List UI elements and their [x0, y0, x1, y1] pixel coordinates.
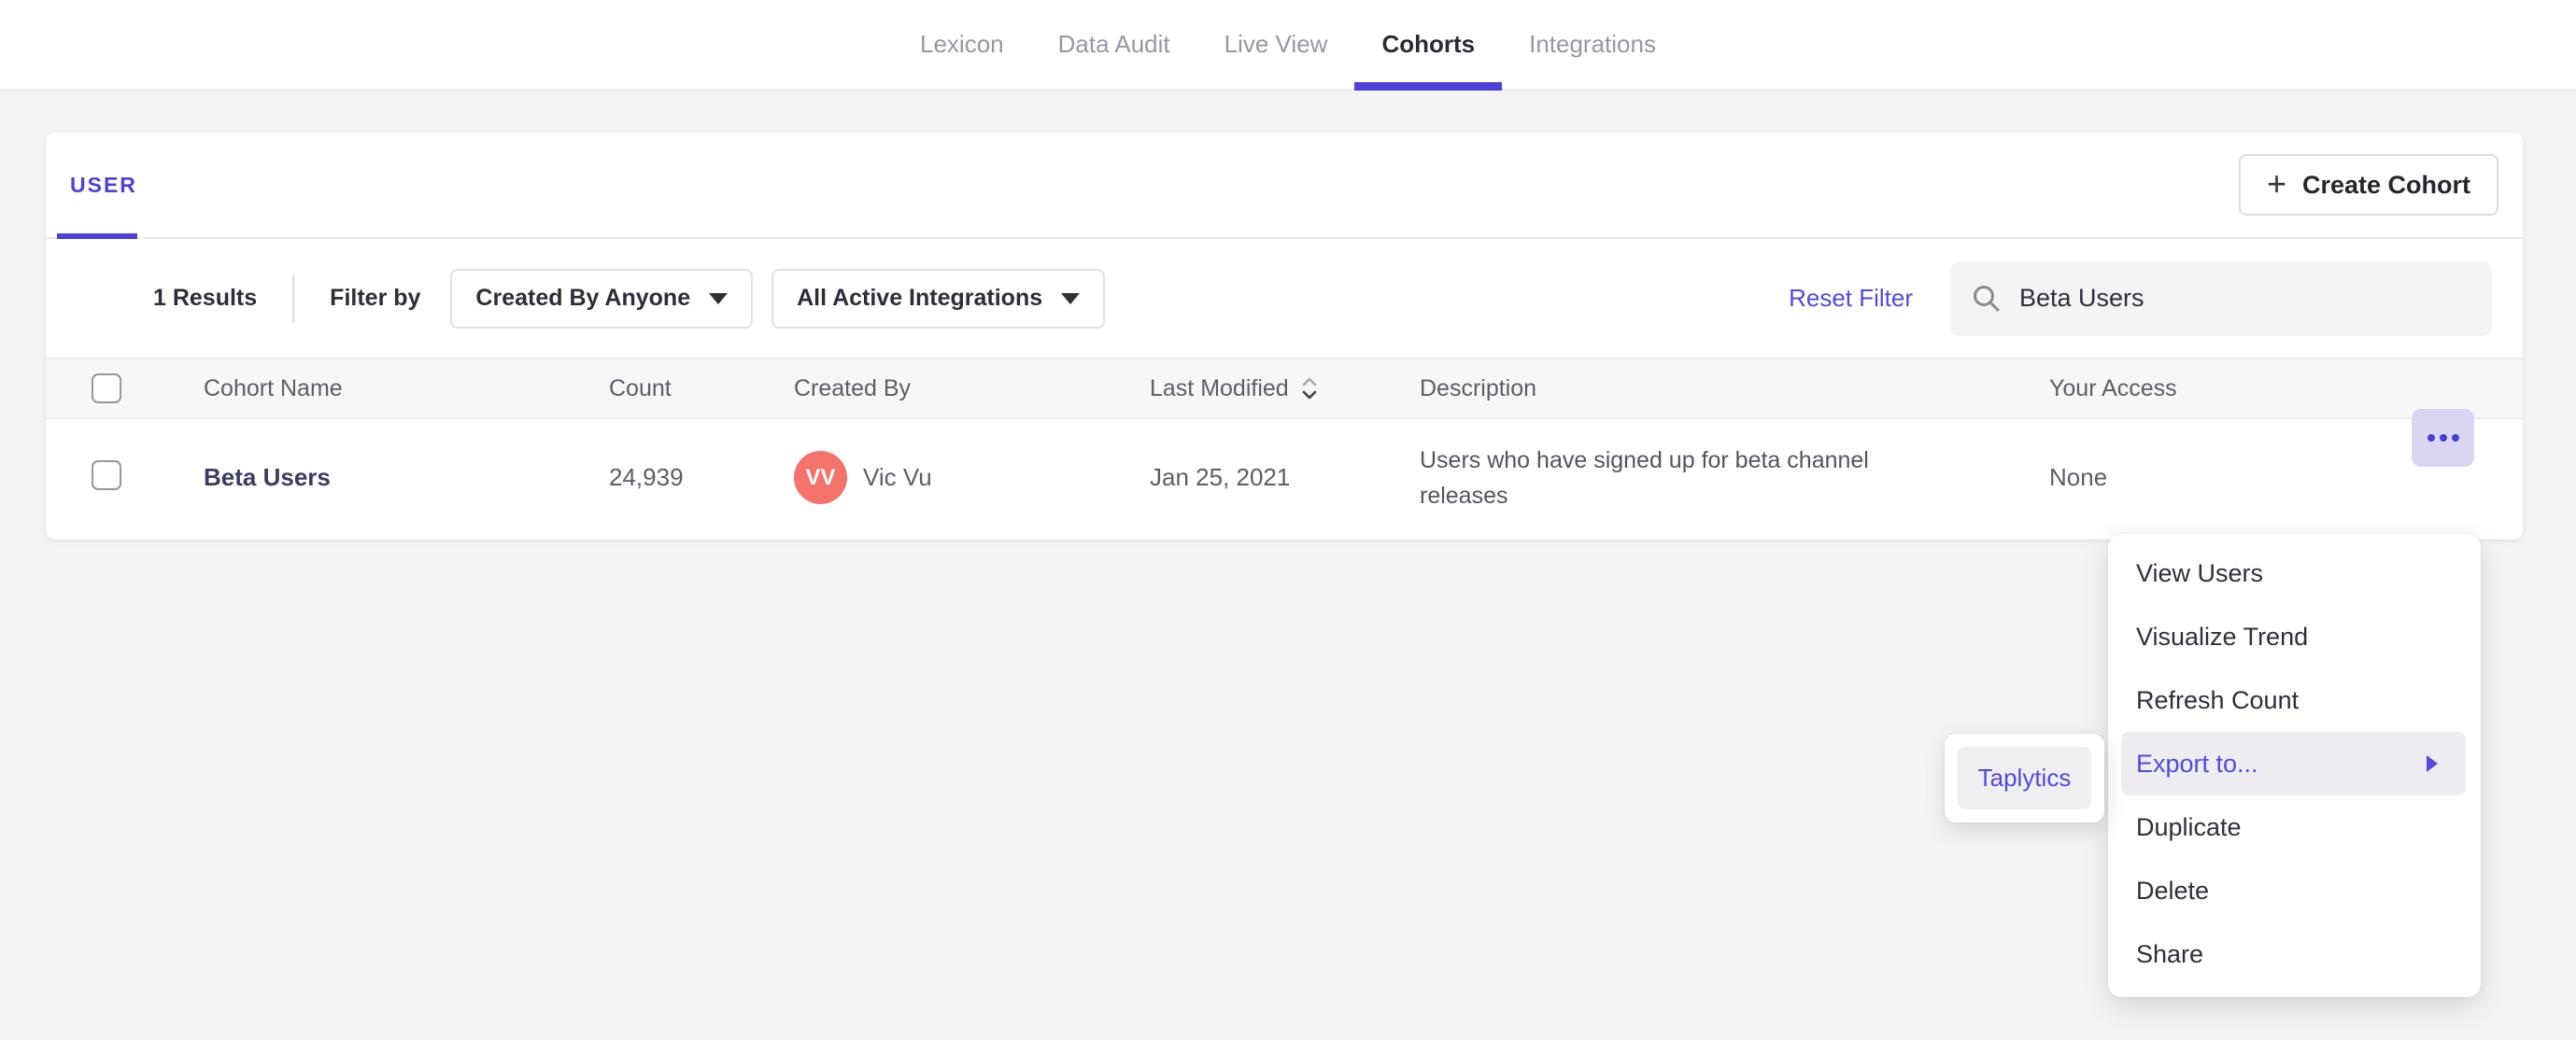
search-icon	[1974, 285, 2000, 311]
column-cohort-name: Cohort Name	[204, 374, 343, 401]
menu-item-duplicate[interactable]: Duplicate	[2108, 795, 2481, 859]
chevron-down-icon	[1061, 292, 1081, 304]
created-by-cell: VV Vic Vu	[794, 451, 1150, 504]
avatar: VV	[794, 451, 847, 504]
your-access-value: None	[2049, 463, 2108, 491]
cohorts-card: USER + Create Cohort 1 Results Filter by…	[46, 133, 2523, 540]
integrations-dropdown[interactable]: All Active Integrations	[771, 268, 1106, 329]
create-cohort-label: Create Cohort	[2301, 170, 2470, 199]
more-icon	[2439, 434, 2447, 442]
card-header: USER + Create Cohort	[46, 133, 2523, 239]
more-icon	[2427, 434, 2435, 442]
menu-item-visualize-trend[interactable]: Visualize Trend	[2108, 605, 2481, 668]
nav-tab-live-view[interactable]: Live View	[1197, 0, 1355, 89]
row-actions-button[interactable]	[2412, 409, 2474, 467]
column-last-modified-label: Last Modified	[1150, 374, 1289, 401]
submenu-item-taplytics[interactable]: Taplytics	[1958, 747, 2091, 809]
more-icon	[2451, 434, 2459, 442]
nav-tab-cohorts[interactable]: Cohorts	[1354, 0, 1502, 91]
created-by-name: Vic Vu	[863, 463, 932, 491]
create-cohort-button[interactable]: + Create Cohort	[2238, 154, 2498, 216]
cohorts-page: Lexicon Data Audit Live View Cohorts Int…	[0, 0, 2576, 1040]
results-count: 1 Results	[153, 285, 258, 311]
menu-item-delete[interactable]: Delete	[2108, 859, 2481, 922]
menu-item-refresh-count[interactable]: Refresh Count	[2108, 668, 2481, 732]
submenu-arrow-icon	[2427, 755, 2438, 772]
row-checkbox[interactable]	[92, 460, 121, 490]
search-box[interactable]	[1950, 260, 2492, 336]
divider	[292, 274, 295, 323]
column-your-access: Your Access	[2049, 374, 2177, 401]
menu-item-share[interactable]: Share	[2108, 922, 2481, 986]
filter-bar: 1 Results Filter by Created By Anyone Al…	[46, 239, 2523, 358]
reset-filter-link[interactable]: Reset Filter	[1789, 284, 1913, 313]
created-by-dropdown-label: Created By Anyone	[475, 285, 691, 311]
menu-item-export-to-label: Export to...	[2136, 749, 2258, 778]
row-actions-menu: View Users Visualize Trend Refresh Count…	[2108, 534, 2481, 997]
export-submenu: Taplytics	[1945, 734, 2104, 822]
integrations-dropdown-label: All Active Integrations	[797, 285, 1043, 311]
chevron-down-icon	[709, 292, 729, 304]
header-select-all	[92, 373, 204, 403]
filter-by-label: Filter by	[330, 285, 421, 311]
column-created-by: Created By	[794, 374, 912, 401]
cohort-description: Users who have signed up for beta channe…	[1420, 446, 1869, 509]
menu-item-export-to[interactable]: Export to...	[2121, 732, 2466, 795]
cohort-name-link[interactable]: Beta Users	[204, 463, 609, 492]
menu-item-view-users[interactable]: View Users	[2108, 541, 2481, 605]
column-description: Description	[1420, 374, 1537, 401]
nav-tab-integrations[interactable]: Integrations	[1502, 0, 1683, 89]
table-header: Cohort Name Count Created By Last Modifi…	[46, 358, 2523, 419]
last-modified-date: Jan 25, 2021	[1150, 463, 1291, 491]
table-row: Beta Users 24,939 VV Vic Vu Jan 25, 2021…	[46, 409, 2523, 536]
created-by-dropdown[interactable]: Created By Anyone	[450, 268, 754, 329]
select-all-checkbox[interactable]	[92, 373, 121, 403]
nav-tab-lexicon[interactable]: Lexicon	[893, 0, 1031, 89]
nav-tab-data-audit[interactable]: Data Audit	[1031, 0, 1197, 89]
plus-icon: +	[2266, 163, 2286, 203]
nav-tabs: Lexicon Data Audit Live View Cohorts Int…	[893, 0, 1683, 91]
cohort-count: 24,939	[609, 463, 684, 491]
sort-icon	[1302, 377, 1317, 400]
search-input[interactable]	[2019, 284, 2471, 313]
row-select-cell	[92, 460, 204, 495]
column-last-modified[interactable]: Last Modified	[1150, 374, 1420, 402]
top-navigation: Lexicon Data Audit Live View Cohorts Int…	[0, 0, 2576, 91]
column-count: Count	[609, 374, 672, 401]
tab-user[interactable]: USER	[57, 133, 137, 239]
